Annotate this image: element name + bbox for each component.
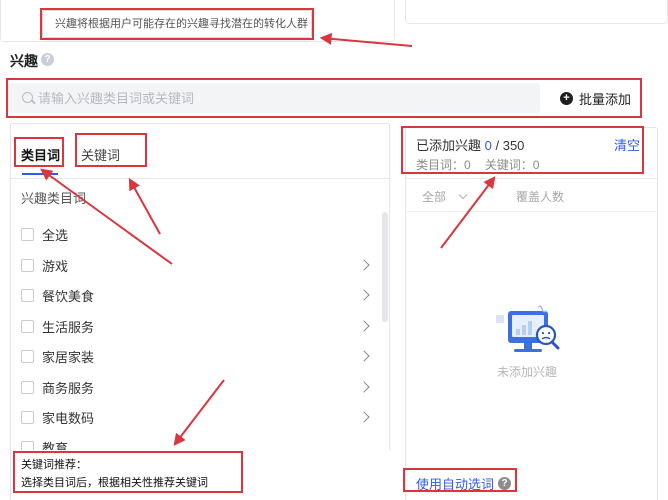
section-title: 兴趣 xyxy=(10,53,38,69)
list-item-label: 餐饮美食 xyxy=(42,288,95,304)
annotation-box-search xyxy=(6,78,642,118)
empty-state-text: 未添加兴趣 xyxy=(497,365,558,379)
coverage-column-header: 覆盖人数 xyxy=(516,190,565,204)
chevron-down-icon xyxy=(458,190,468,199)
checkbox[interactable] xyxy=(21,349,34,363)
annotation-box-category-tab xyxy=(14,137,64,167)
list-item-select-all[interactable]: 全选 xyxy=(21,224,68,244)
category-list-header: 兴趣类目词 xyxy=(21,191,87,206)
checkbox[interactable] xyxy=(21,258,34,272)
list-item[interactable]: 餐饮美食 xyxy=(21,285,94,305)
list-item-label: 商务服务 xyxy=(42,380,95,396)
list-item[interactable]: 游戏 xyxy=(21,255,68,275)
checkbox[interactable] xyxy=(21,227,34,241)
annotation-box-auto-select xyxy=(403,468,517,492)
list-scrollbar[interactable] xyxy=(382,212,388,322)
list-item-label: 游戏 xyxy=(42,258,69,274)
filter-dropdown[interactable]: 全部 xyxy=(422,188,468,205)
list-item-label: 生活服务 xyxy=(42,319,95,335)
previous-section-card-right xyxy=(405,0,668,24)
list-item[interactable]: 家居家装 xyxy=(21,346,94,366)
list-item-label: 家居家装 xyxy=(42,349,95,365)
annotation-box-keyword-tab xyxy=(75,133,147,167)
active-tab-indicator xyxy=(22,173,58,175)
checkbox[interactable] xyxy=(21,380,34,394)
annotation-box-tooltip xyxy=(40,8,314,40)
tab-divider xyxy=(10,178,390,179)
annotation-box-keyword-recommend xyxy=(13,451,243,493)
list-item-label: 家电数码 xyxy=(42,410,95,426)
list-item[interactable]: 家电数码 xyxy=(21,407,94,427)
checkbox[interactable] xyxy=(21,288,34,302)
filter-label: 全部 xyxy=(422,190,447,204)
empty-monitor-illustration xyxy=(496,305,560,352)
panel-divider xyxy=(405,178,658,179)
panel-divider xyxy=(405,211,658,212)
list-item[interactable]: 商务服务 xyxy=(21,377,94,397)
checkbox[interactable] xyxy=(21,410,34,424)
checkbox[interactable] xyxy=(21,319,34,333)
list-item-label: 全选 xyxy=(42,227,69,243)
annotation-box-added-summary xyxy=(401,126,644,174)
help-icon[interactable]: ? xyxy=(41,53,54,66)
list-item[interactable]: 生活服务 xyxy=(21,316,94,336)
